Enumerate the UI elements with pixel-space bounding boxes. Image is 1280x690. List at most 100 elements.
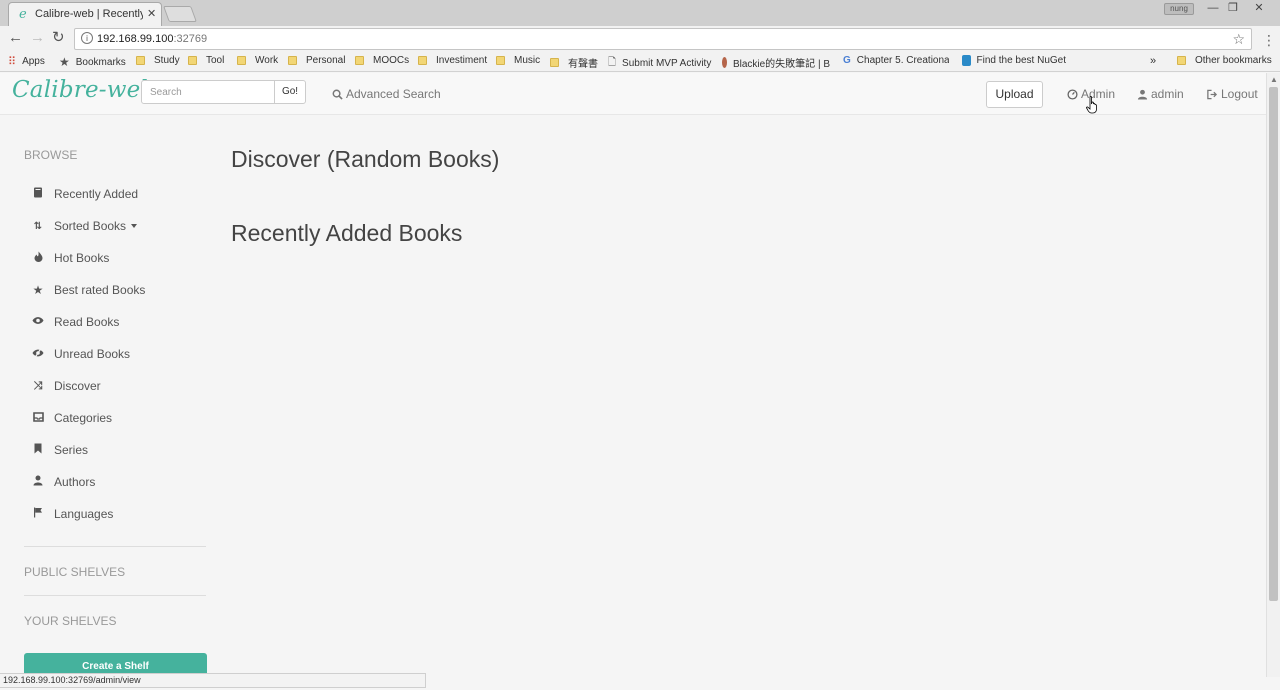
- bookmark-folder-music[interactable]: Music: [496, 55, 540, 66]
- sidebar-divider: [24, 595, 206, 596]
- bookmark-folder-tool[interactable]: Tool: [188, 55, 224, 66]
- folder-icon: [496, 56, 505, 65]
- sidebar-item-label: Recently Added: [54, 187, 139, 201]
- sidebar-divider: [24, 546, 206, 547]
- bookmark-label: Tool: [206, 55, 225, 66]
- sidebar-item-languages[interactable]: Languages: [32, 507, 113, 521]
- minimize-icon[interactable]: —: [1202, 2, 1224, 16]
- bookmark-submit-mvp[interactable]: 🗋 Submit MVP Activity: [608, 55, 711, 72]
- bookmark-label: Submit MVP Activity: [622, 58, 712, 69]
- your-shelves-heading: YOUR SHELVES: [24, 614, 117, 628]
- folder-icon: [355, 56, 364, 65]
- sidebar-item-label: Authors: [54, 475, 96, 489]
- sidebar-item-label: Languages: [54, 507, 114, 521]
- bookmark-label: Work: [255, 55, 279, 66]
- info-icon[interactable]: i: [81, 32, 93, 44]
- window-close-icon[interactable]: ✕: [1248, 2, 1270, 16]
- reload-icon[interactable]: ↻: [52, 30, 65, 46]
- bookmark-icon: [32, 443, 44, 457]
- sidebar-item-unread-books[interactable]: Unread Books: [32, 347, 130, 361]
- user-profile-link[interactable]: admin: [1137, 87, 1184, 101]
- bookmark-label: Music: [514, 55, 541, 66]
- sidebar-item-hot-books[interactable]: Hot Books: [32, 251, 109, 265]
- bookmark-folder-audiobooks[interactable]: 有聲書: [550, 55, 598, 70]
- google-icon: G: [843, 55, 851, 66]
- folder-icon: [188, 56, 197, 65]
- browser-tab[interactable]: e Calibre-web | Recently A ✕: [8, 2, 162, 26]
- eye-slash-icon: [32, 347, 44, 361]
- folder-icon: [288, 56, 297, 65]
- bookmark-folder-work[interactable]: Work: [237, 55, 278, 66]
- sidebar-item-authors[interactable]: Authors: [32, 475, 95, 489]
- bookmark-star-icon[interactable]: ☆: [1232, 31, 1245, 48]
- search-icon: [332, 89, 343, 100]
- bookmark-label: Blackie的失敗筆記 | B: [732, 59, 830, 70]
- new-tab-button[interactable]: [163, 6, 197, 22]
- restore-icon[interactable]: ❐: [1222, 2, 1244, 16]
- page-content: Calibre-web Go! Advanced Search Upload A…: [0, 73, 1266, 677]
- bookmarks-overflow-icon[interactable]: »: [1150, 55, 1156, 67]
- scroll-thumb[interactable]: [1269, 87, 1278, 601]
- forward-icon[interactable]: →: [30, 30, 45, 46]
- address-bar[interactable]: i 192.168.99.100:32769 ☆: [74, 28, 1252, 50]
- back-icon[interactable]: ←: [8, 30, 23, 46]
- star-icon: ★: [59, 55, 70, 69]
- bookmark-label: Chapter 5. Creational: [856, 55, 949, 66]
- dashboard-icon: [1067, 88, 1078, 100]
- sidebar-item-recently-added[interactable]: Recently Added: [32, 187, 138, 201]
- bookmark-bookmarks[interactable]: ★ Bookmarks: [59, 55, 126, 69]
- sidebar-item-series[interactable]: Series: [32, 443, 88, 457]
- recently-added-heading: Recently Added Books: [231, 220, 463, 246]
- search-input[interactable]: [141, 80, 275, 104]
- browse-heading: BROWSE: [24, 148, 78, 162]
- sidebar-item-best-rated[interactable]: ★ Best rated Books: [32, 283, 146, 297]
- sidebar-item-read-books[interactable]: Read Books: [32, 315, 119, 329]
- sidebar-item-label: Categories: [54, 411, 113, 425]
- logout-link[interactable]: Logout: [1206, 87, 1258, 101]
- bookmark-label: Bookmarks: [75, 56, 126, 68]
- tab-close-icon[interactable]: ✕: [147, 7, 156, 20]
- sidebar-item-categories[interactable]: Categories: [32, 411, 112, 425]
- bookmark-nuget[interactable]: Find the best NuGet: [962, 55, 1066, 66]
- browser-toolbar: ← → ↻ i 192.168.99.100:32769 ☆: [0, 26, 1280, 52]
- brand-logo[interactable]: Calibre-web: [12, 77, 155, 103]
- profile-button[interactable]: nung: [1164, 3, 1194, 15]
- bookmark-folder-investiment[interactable]: Investiment: [418, 55, 487, 66]
- bookmark-other[interactable]: Other bookmarks: [1177, 55, 1272, 66]
- search-go-button[interactable]: Go!: [274, 80, 306, 104]
- browser-menu-icon[interactable]: ⋮: [1262, 32, 1276, 49]
- tab-title: Calibre-web | Recently A: [35, 8, 143, 20]
- scroll-up-icon[interactable]: ▲: [1270, 75, 1278, 84]
- nuget-icon: [962, 55, 971, 66]
- logout-label: Logout: [1221, 87, 1258, 101]
- user-icon: [1137, 89, 1148, 100]
- advanced-search-link[interactable]: Advanced Search: [332, 87, 441, 101]
- bookmark-apps[interactable]: ⠿ Apps: [8, 55, 45, 68]
- shuffle-icon: ⤨: [33, 379, 43, 392]
- bookmark-folder-personal[interactable]: Personal: [288, 55, 345, 66]
- bookmark-label: 有聲書: [568, 59, 598, 70]
- advanced-search-label: Advanced Search: [346, 87, 441, 101]
- url-host: 192.168.99.100: [97, 33, 174, 45]
- bookmark-blackie[interactable]: Blackie的失敗筆記 | B: [722, 55, 830, 70]
- page-scrollbar[interactable]: ▲: [1266, 73, 1280, 677]
- folder-icon: [418, 56, 427, 65]
- bookmark-folder-study[interactable]: Study: [136, 55, 180, 66]
- bookmark-chapter-5[interactable]: G Chapter 5. Creational: [843, 55, 949, 66]
- flag-icon: [32, 507, 44, 521]
- address-url: 192.168.99.100:32769: [97, 33, 207, 45]
- user-label: admin: [1151, 87, 1184, 101]
- sidebar-item-label: Best rated Books: [54, 283, 146, 297]
- star-icon: ★: [32, 283, 44, 297]
- bookmark-label: Personal: [306, 55, 346, 66]
- bookmarks-bar: ⠿ Apps ★ Bookmarks Study Tool Work Persona…: [0, 52, 1280, 72]
- sidebar-item-sorted-books[interactable]: ⇅ Sorted Books: [32, 219, 138, 233]
- page-icon: 🗋: [608, 57, 617, 68]
- upload-button[interactable]: Upload: [986, 81, 1043, 108]
- bookmark-folder-moocs[interactable]: MOOCs: [355, 55, 409, 66]
- browser-titlebar: e Calibre-web | Recently A ✕ nung — ❐ ✕: [0, 0, 1280, 26]
- bookmark-label: Investiment: [436, 55, 488, 66]
- folder-icon: [1177, 56, 1186, 65]
- bookmark-label: Find the best NuGet: [976, 55, 1067, 66]
- sidebar-item-discover[interactable]: ⤨ Discover: [32, 379, 101, 393]
